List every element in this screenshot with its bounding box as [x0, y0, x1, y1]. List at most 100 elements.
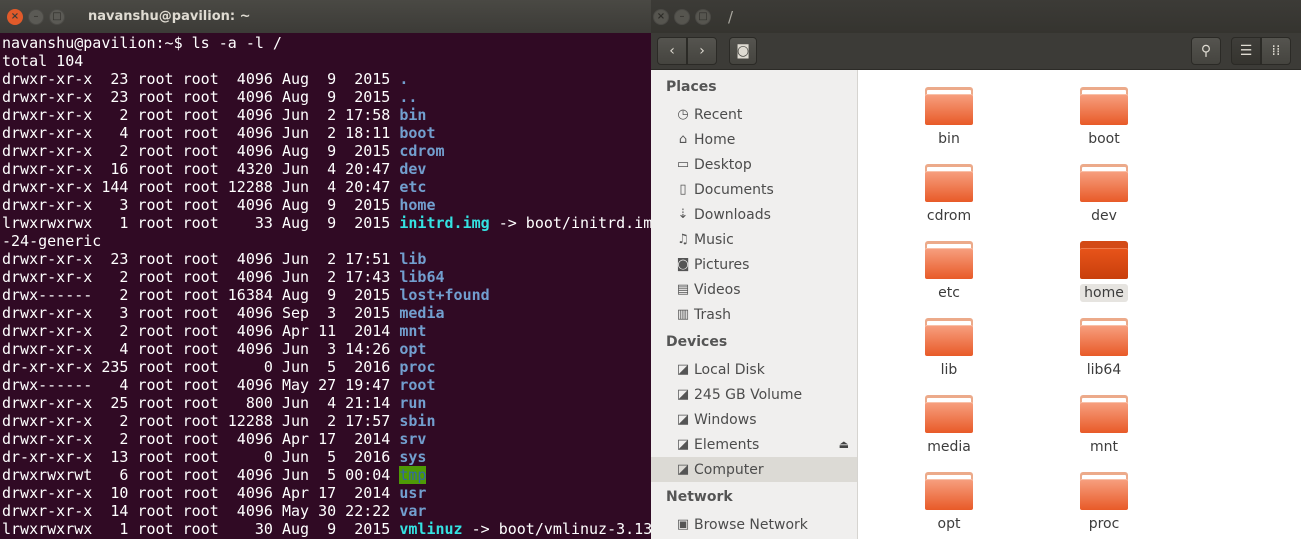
- link-target: -> boot/vmlinuz-3.13: [462, 520, 651, 538]
- sidebar-item-desktop[interactable]: ▭ Desktop: [651, 152, 857, 177]
- grid-icon: ⁞⁞: [1271, 43, 1281, 59]
- folder-label: lib64: [1086, 362, 1122, 378]
- sidebar-item-computer[interactable]: ◪ Computer: [651, 457, 857, 482]
- terminal-line: drwxr-xr-x 14 root root 4096 May 30 22:2…: [2, 502, 651, 520]
- maximize-icon[interactable]: □: [695, 8, 711, 25]
- close-icon[interactable]: ×: [7, 8, 23, 25]
- entry-name: var: [399, 502, 427, 520]
- folder-item[interactable]: opt: [884, 472, 1014, 533]
- maximize-icon[interactable]: □: [49, 8, 65, 25]
- sidebar-item-home[interactable]: ⌂ Home: [651, 127, 857, 152]
- line-text: drwxr-xr-x 2 root root 4096 Jun 2 17:58: [2, 106, 400, 124]
- sidebar-item-documents[interactable]: ▯ Documents: [651, 177, 857, 202]
- close-icon[interactable]: ×: [653, 8, 669, 25]
- folder-item[interactable]: etc: [884, 241, 1014, 302]
- folder-icon: [925, 318, 973, 356]
- terminal-window[interactable]: × – □ navanshu@pavilion: ~ navanshu@pavi…: [0, 0, 651, 539]
- entry-name: bin: [399, 106, 427, 124]
- line-text: total 104: [2, 52, 84, 70]
- folder-item[interactable]: lib64: [1039, 318, 1169, 379]
- line-text: drwxr-xr-x 2 root root 4096 Apr 11 2014: [2, 322, 400, 340]
- sidebar-item-windows[interactable]: ◪ Windows: [651, 407, 857, 432]
- file-manager-titlebar[interactable]: × – □ /: [651, 0, 1301, 33]
- home-icon: ⌂: [678, 132, 688, 147]
- terminal-line: drwxrwxrwt 6 root root 4096 Jun 5 00:04 …: [2, 466, 651, 484]
- chevron-right-icon: ›: [699, 43, 705, 59]
- window-title: /: [728, 7, 734, 26]
- sidebar-item-videos[interactable]: ▤ Videos: [651, 277, 857, 302]
- terminal-line: drwxr-xr-x 23 root root 4096 Aug 9 2015 …: [2, 88, 651, 106]
- line-text: drwxrwxrwt 6 root root 4096 Jun 5 00:04: [2, 466, 400, 484]
- sidebar-item-label: Elements: [694, 436, 760, 453]
- line-text: drwxr-xr-x 4 root root 4096 Jun 2 18:11: [2, 124, 400, 142]
- back-button[interactable]: ‹: [657, 37, 687, 65]
- music-icon: ♫: [677, 232, 689, 247]
- sidebar-item-elements[interactable]: ◪ Elements ⏏: [651, 432, 857, 457]
- line-text: drwxr-xr-x 23 root root 4096 Aug 9 2015: [2, 88, 400, 106]
- line-text: navanshu@pavilion:~$ ls -a -l /: [2, 34, 282, 52]
- line-text: drwx------ 4 root root 4096 May 27 19:47: [2, 376, 400, 394]
- drive-icon: ◪: [676, 437, 690, 452]
- sidebar-item-recent[interactable]: ◷ Recent: [651, 102, 857, 127]
- sidebar-item-label: Downloads: [694, 206, 771, 223]
- folder-item[interactable]: bin: [884, 87, 1014, 148]
- entry-name: lib: [399, 250, 427, 268]
- grid-view-button[interactable]: ⁞⁞: [1261, 37, 1291, 65]
- sidebar-item-label: 245 GB Volume: [694, 386, 803, 403]
- terminal-title: navanshu@pavilion: ~: [88, 9, 251, 24]
- sidebar-header: Devices: [666, 334, 728, 350]
- sidebar-item-downloads[interactable]: ⇣ Downloads: [651, 202, 857, 227]
- sidebar-item-label: Trash: [694, 306, 731, 323]
- sidebar-item-245-gb-volume[interactable]: ◪ 245 GB Volume: [651, 382, 857, 407]
- folder-label: cdrom: [926, 208, 972, 224]
- minimize-icon[interactable]: –: [28, 8, 44, 25]
- terminal-titlebar[interactable]: × – □ navanshu@pavilion: ~: [0, 0, 651, 33]
- sidebar-item-local-disk[interactable]: ◪ Local Disk: [651, 357, 857, 382]
- entry-name: boot: [399, 124, 436, 142]
- terminal-line: dr-xr-xr-x 13 root root 0 Jun 5 2016 sys: [2, 448, 651, 466]
- folder-item[interactable]: lib: [884, 318, 1014, 379]
- sidebar-item-pictures[interactable]: ◙ Pictures: [651, 252, 857, 277]
- folder-item[interactable]: mnt: [1039, 395, 1169, 456]
- eject-icon[interactable]: ⏏: [839, 438, 849, 451]
- search-icon: ⚲: [1200, 43, 1212, 59]
- folder-item[interactable]: media: [884, 395, 1014, 456]
- search-button[interactable]: ⚲: [1191, 37, 1221, 65]
- minimize-icon[interactable]: –: [674, 8, 690, 25]
- file-manager-window[interactable]: × – □ / ‹ › ◙ ⚲ ☰ ⁞⁞ Places ◷ Recent ⌂ Home ▭…: [651, 0, 1301, 539]
- line-text: drwxr-xr-x 25 root root 800 Jun 4 21:14: [2, 394, 400, 412]
- sidebar-item-label: Documents: [694, 181, 774, 198]
- sidebar-item-browse-network[interactable]: ▣ Browse Network: [651, 512, 857, 537]
- terminal-line: drwxr-xr-x 2 root root 4096 Aug 9 2015 c…: [2, 142, 651, 160]
- terminal-line: drwxr-xr-x 2 root root 4096 Apr 17 2014 …: [2, 430, 651, 448]
- camera-icon: ◙: [676, 257, 690, 272]
- terminal-line: drwx------ 2 root root 16384 Aug 9 2015 …: [2, 286, 651, 304]
- sidebar-item-label: Local Disk: [694, 361, 765, 378]
- folder-label: opt: [937, 516, 961, 532]
- clock-icon: ◷: [677, 107, 689, 122]
- sidebar-header: Network: [666, 489, 733, 505]
- entry-name: proc: [399, 358, 436, 376]
- entry-name: etc: [399, 178, 427, 196]
- folder-item[interactable]: proc: [1039, 472, 1169, 533]
- forward-button[interactable]: ›: [687, 37, 717, 65]
- folder-label: media: [927, 439, 971, 455]
- list-icon: ☰: [1239, 43, 1253, 59]
- film-icon: ▤: [676, 282, 690, 297]
- line-text: dr-xr-xr-x 13 root root 0 Jun 5 2016: [2, 448, 400, 466]
- entry-name: mnt: [399, 322, 427, 340]
- terminal-output[interactable]: navanshu@pavilion:~$ ls -a -l / total 104…: [0, 33, 651, 538]
- location-button[interactable]: ◙: [729, 37, 757, 65]
- folder-item[interactable]: cdrom: [884, 164, 1014, 225]
- folder-item[interactable]: home: [1039, 241, 1169, 302]
- folder-item[interactable]: dev: [1039, 164, 1169, 225]
- folder-label: dev: [1091, 208, 1117, 224]
- sidebar-item-trash[interactable]: ▥ Trash: [651, 302, 857, 327]
- entry-name: usr: [399, 484, 427, 502]
- folder-item[interactable]: boot: [1039, 87, 1169, 148]
- line-text: drwxr-xr-x 2 root root 4096 Apr 17 2014: [2, 430, 400, 448]
- list-view-button[interactable]: ☰: [1231, 37, 1261, 65]
- line-text: drwxr-xr-x 2 root root 12288 Jun 2 17:57: [2, 412, 400, 430]
- folder-label: lib: [940, 362, 958, 378]
- sidebar-item-music[interactable]: ♫ Music: [651, 227, 857, 252]
